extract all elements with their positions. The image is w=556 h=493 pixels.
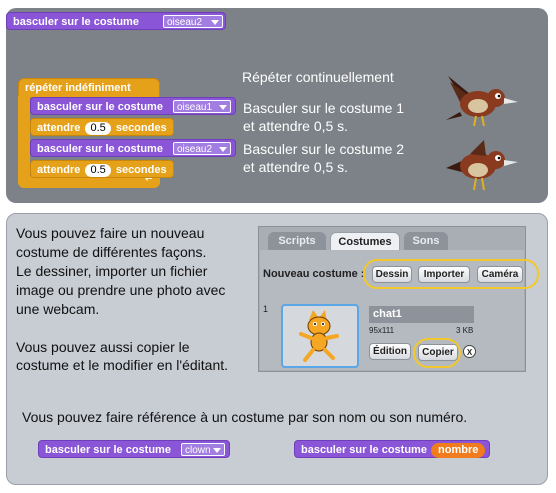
costume-filesize: 3 KB [456, 326, 474, 335]
costume-index: 1 [263, 304, 269, 314]
wait-block-2[interactable]: attendre 0.5 secondes [30, 160, 174, 178]
switch-costume-by-name-block[interactable]: basculer sur le costume clown [38, 440, 230, 458]
switch-costume-1-block[interactable]: basculer sur le costume oiseau1 [30, 97, 236, 115]
explain-forever: Répéter continuellement [242, 69, 394, 85]
costume-dropdown[interactable]: clown [181, 443, 225, 456]
forever-label: répéter indéfiniment [25, 82, 131, 94]
number-reporter[interactable]: nombre [431, 443, 486, 458]
block-label: basculer sur le costume [13, 16, 139, 28]
explain-switch1-b: et attendre 0,5 s. [243, 118, 349, 134]
wait-block-1[interactable]: attendre 0.5 secondes [30, 118, 174, 136]
tab-scripts[interactable]: Scripts [268, 232, 326, 250]
costume-dropdown-1[interactable]: oiseau1 [173, 100, 231, 113]
costume-dropdown-2[interactable]: oiseau2 [173, 142, 231, 155]
costume-dropdown[interactable]: oiseau2 [163, 15, 223, 28]
tab-sounds[interactable]: Sons [404, 232, 448, 250]
costume-name-field[interactable]: chat1 [369, 306, 474, 323]
chevron-down-icon [219, 147, 227, 152]
forever-arm [18, 96, 30, 176]
costume-thumbnail[interactable] [281, 304, 359, 368]
new-costume-label: Nouveau costume : [263, 268, 365, 280]
new-costume-highlight [363, 259, 539, 289]
paragraph-reference: Vous pouvez faire référence à un costume… [22, 409, 468, 425]
switch-costume-2-block[interactable]: basculer sur le costume oiseau2 [30, 139, 236, 157]
wait-seconds-input[interactable]: 0.5 [85, 164, 111, 177]
chevron-down-icon [211, 20, 219, 25]
tab-costumes[interactable]: Costumes [330, 232, 400, 250]
chevron-down-icon [213, 448, 221, 453]
explain-switch2-b: et attendre 0,5 s. [243, 159, 349, 175]
bird-icon [446, 140, 518, 191]
bird-icon [446, 76, 518, 127]
switch-costume-by-number-block[interactable]: basculer sur le costume nombre [294, 440, 490, 458]
copy-highlight [413, 338, 461, 368]
delete-button[interactable]: X [463, 345, 476, 358]
costume-dimensions: 95x111 [369, 326, 395, 335]
wait-seconds-input[interactable]: 0.5 [85, 122, 111, 135]
explain-switch1-a: Basculer sur le costume 1 [243, 100, 405, 116]
explain-switch2-a: Basculer sur le costume 2 [243, 141, 405, 157]
edit-button[interactable]: Édition [369, 343, 411, 360]
chevron-down-icon [219, 105, 227, 110]
forever-header[interactable]: répéter indéfiniment [18, 78, 160, 98]
cat-sprite-icon [299, 310, 339, 362]
switch-costume-block[interactable]: basculer sur le costume oiseau2 [6, 12, 226, 30]
